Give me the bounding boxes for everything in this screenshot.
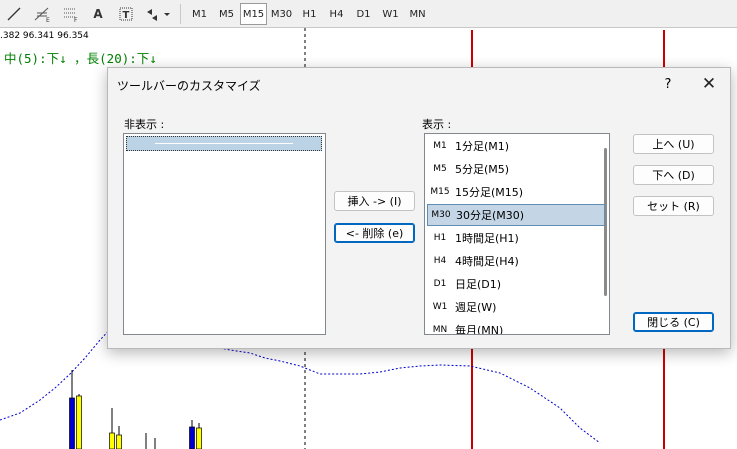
timeframe-m15-button[interactable]: M15 bbox=[240, 3, 267, 25]
timeframe-code: H4 bbox=[433, 256, 447, 266]
dialog-title: ツールバーのカスタマイズ bbox=[117, 79, 261, 93]
candle-body bbox=[109, 432, 115, 449]
list-item[interactable]: M30 30分足(M30) bbox=[427, 204, 605, 226]
timeframe-code: M5 bbox=[433, 164, 447, 174]
timeframe-m5-button[interactable]: M5 bbox=[213, 3, 240, 25]
list-item[interactable]: D1 日足(D1) bbox=[427, 273, 605, 295]
list-item[interactable]: W1 週足(W) bbox=[427, 296, 605, 318]
move-down-button[interactable]: 下へ (D) bbox=[633, 165, 714, 185]
fibonacci-expansion-icon[interactable]: E bbox=[31, 3, 53, 25]
close-button[interactable]: 閉じる (C) bbox=[633, 312, 714, 332]
list-item[interactable]: M1 1分足(M1) bbox=[427, 135, 605, 157]
list-item[interactable]: M5 5分足(M5) bbox=[427, 158, 605, 180]
insert-button[interactable]: 挿入 -> (I) bbox=[334, 191, 415, 211]
timeframe-m30-button[interactable]: M30 bbox=[267, 3, 296, 25]
timeframe-m1-button[interactable]: M1 bbox=[186, 3, 213, 25]
svg-text:T: T bbox=[123, 10, 130, 21]
price-readout: .382 96.341 96.354 bbox=[0, 31, 89, 41]
text-label-icon[interactable]: T bbox=[115, 3, 137, 25]
list-item[interactable]: M15 15分足(M15) bbox=[427, 181, 605, 203]
svg-text:E: E bbox=[46, 17, 50, 23]
text-icon[interactable]: A bbox=[87, 3, 109, 25]
trendline-icon[interactable] bbox=[3, 3, 25, 25]
timeframe-name: 30分足(M30) bbox=[456, 209, 525, 222]
candle-body bbox=[116, 434, 122, 449]
indicator-label: 中(5):下↓ ，長(20):下↓ bbox=[4, 51, 157, 66]
list-item[interactable]: MN 毎月(MN) bbox=[427, 319, 605, 335]
hidden-list-label: 非表示 : bbox=[124, 118, 165, 131]
fibonacci-retracement-icon[interactable]: F bbox=[59, 3, 81, 25]
timeframe-code: H1 bbox=[433, 233, 447, 243]
close-icon[interactable]: ✕ bbox=[698, 73, 720, 95]
help-button[interactable]: ? bbox=[658, 74, 678, 94]
timeframe-d1-button[interactable]: D1 bbox=[350, 3, 377, 25]
timeframe-name: 毎月(MN) bbox=[455, 324, 504, 335]
reset-button[interactable]: セット (R) bbox=[633, 196, 714, 216]
hidden-items-list[interactable] bbox=[123, 133, 326, 335]
timeframe-code: MN bbox=[432, 325, 448, 335]
timeframe-name: 5分足(M5) bbox=[455, 163, 510, 176]
timeframe-name: 1分足(M1) bbox=[455, 140, 510, 153]
candle-body bbox=[189, 426, 195, 449]
timeframe-w1-button[interactable]: W1 bbox=[377, 3, 404, 25]
timeframe-code: M30 bbox=[431, 210, 451, 220]
mt4-toolbar: E F A T M1 M5 M15 M30 H1 H4 D1 W1 MN bbox=[0, 0, 737, 28]
timeframe-code: M1 bbox=[433, 141, 447, 151]
timeframe-h4-button[interactable]: H4 bbox=[323, 3, 350, 25]
candle-body bbox=[196, 427, 202, 449]
timeframe-name: 週足(W) bbox=[455, 301, 497, 314]
move-up-button[interactable]: 上へ (U) bbox=[633, 134, 714, 154]
timeframe-mn-button[interactable]: MN bbox=[404, 3, 431, 25]
shown-items-list[interactable]: M1 1分足(M1) M5 5分足(M5) M15 15分足(M15) M30 30分足(M3… bbox=[424, 133, 610, 335]
list-item[interactable]: H1 1時間足(H1) bbox=[427, 227, 605, 249]
toolbar-separator bbox=[180, 4, 181, 24]
delete-button[interactable]: <- 削除 (e) bbox=[334, 223, 415, 243]
list-item[interactable]: H4 4時間足(H4) bbox=[427, 250, 605, 272]
svg-text:F: F bbox=[74, 17, 78, 23]
shown-list-label: 表示 : bbox=[422, 118, 452, 131]
arrows-dropdown-icon[interactable] bbox=[143, 3, 173, 25]
timeframe-code: W1 bbox=[432, 302, 448, 312]
candle-body bbox=[76, 395, 82, 449]
hidden-list-selected-separator[interactable] bbox=[126, 136, 322, 151]
timeframe-h1-button[interactable]: H1 bbox=[296, 3, 323, 25]
timeframe-name: 15分足(M15) bbox=[455, 186, 524, 199]
timeframe-code: D1 bbox=[433, 279, 447, 289]
timeframe-code: M15 bbox=[430, 187, 450, 197]
timeframe-name: 日足(D1) bbox=[455, 278, 502, 291]
timeframe-name: 4時間足(H4) bbox=[455, 255, 519, 268]
candle-body bbox=[69, 397, 75, 449]
candles bbox=[69, 370, 202, 449]
customize-toolbar-dialog: ツールバーのカスタマイズ ? ✕ 非表示 : 挿入 -> (I) <- 削除 (… bbox=[107, 67, 731, 349]
timeframe-name: 1時間足(H1) bbox=[455, 232, 519, 245]
